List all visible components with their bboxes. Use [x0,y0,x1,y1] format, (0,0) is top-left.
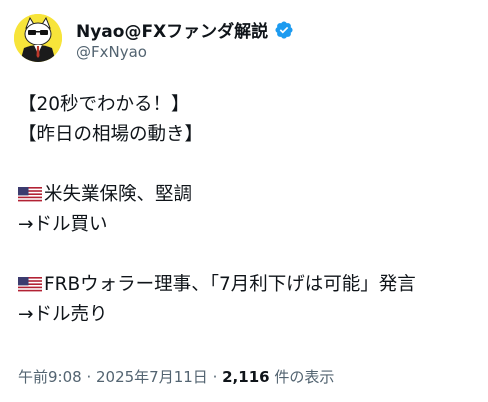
news-item-2-title: FRBウォラー理事、「7月利下げは可能」発言 [44,274,416,295]
avatar[interactable] [14,14,62,62]
post-time[interactable]: 午前9:08 [18,368,82,386]
news-item-1-result: →ドル買い [18,214,108,235]
author-display-name[interactable]: Nyao@FXファンダ解説 [76,17,268,42]
meta-separator: · [81,368,96,386]
meta-separator: · [207,368,223,386]
views-count[interactable]: 2,116 [222,368,269,386]
author-handle[interactable]: @FxNyao [76,43,147,61]
us-flag-icon [18,187,42,203]
post-body: 【20秒でわかる！】 【昨日の相場の動き】 米失業保険、堅調 →ドル買い FRB… [18,90,416,330]
news-item-2-result: →ドル売り [18,304,108,325]
post-date[interactable]: 2025年7月11日 [96,368,208,386]
post-line-headline: 【20秒でわかる！】 [18,94,190,115]
author-name-row: Nyao@FXファンダ解説 [76,17,294,42]
tweet-card: Nyao@FXファンダ解説 @FxNyao 【20秒でわかる！】 【昨日の相場の… [0,0,488,402]
news-item-1: 米失業保険、堅調 [18,180,416,210]
news-item-2: FRBウォラー理事、「7月利下げは可能」発言 [18,270,416,300]
cat-avatar-icon [14,14,62,62]
verified-badge-icon [275,20,293,39]
us-flag-icon [18,277,42,293]
news-item-1-title: 米失業保険、堅調 [44,184,193,205]
post-line-subheadline: 【昨日の相場の動き】 [18,124,204,145]
post-meta: 午前9:08 · 2025年7月11日 · 2,116 件の表示 [18,366,334,387]
views-label: 件の表示 [269,368,335,386]
